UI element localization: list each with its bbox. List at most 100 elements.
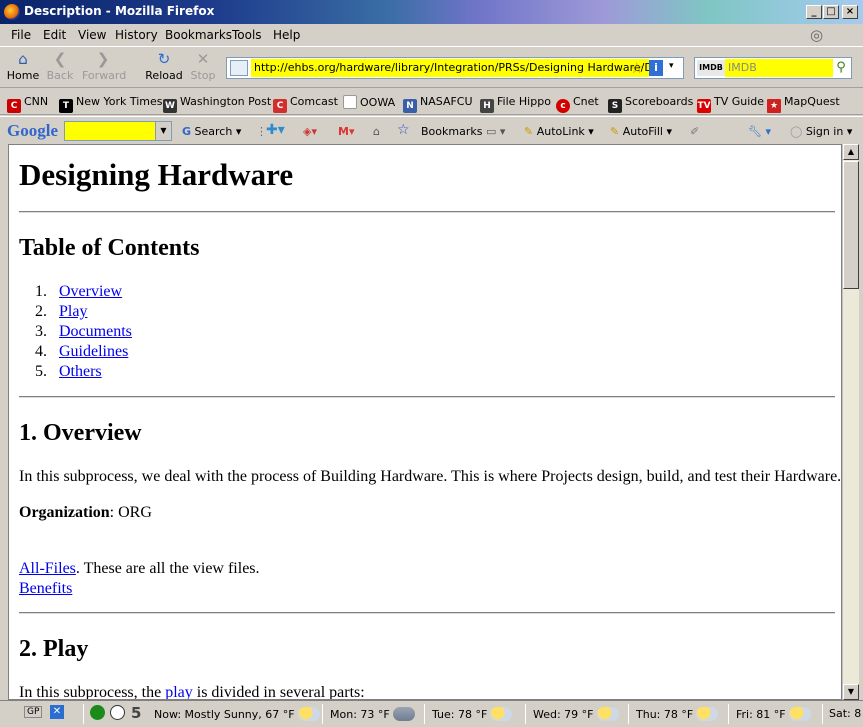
partly-sunny-icon [297, 707, 320, 721]
forward-button[interactable]: ❯ Forward [82, 50, 126, 82]
forward-arrow-icon: ❯ [96, 50, 110, 68]
menu-tools[interactable]: Tools [232, 28, 262, 42]
minimize-button[interactable]: _ [806, 5, 822, 19]
clock-icon[interactable] [110, 705, 125, 720]
bookmark-scoreboards[interactable]: S Scoreboards [608, 95, 693, 113]
bookmark-nytimes[interactable]: T New York Times [59, 95, 163, 113]
menu-edit[interactable]: Edit [43, 28, 66, 42]
window-title: Description - Mozilla Firefox [24, 4, 215, 18]
gp-icon[interactable]: GP [24, 706, 43, 718]
toc-item: 4. Guidelines [35, 343, 129, 360]
autofill-icon: ✎ [610, 125, 620, 138]
weather-wed[interactable]: Wed: 79 °F [533, 707, 619, 721]
home-button[interactable]: ⌂ Home [2, 51, 44, 82]
toc-link-others[interactable]: Others [59, 363, 102, 380]
partly-sunny-icon [696, 707, 719, 721]
bookmark-star-icon[interactable]: ☆ [630, 59, 643, 77]
eraser-icon[interactable]: ✐ [690, 125, 699, 138]
stop-button[interactable]: ✕ Stop [182, 51, 224, 82]
bookmark-comcast[interactable]: C Comcast [273, 95, 338, 113]
tag-icon[interactable]: ◈▾ [303, 125, 317, 138]
toc-item: 3. Documents [35, 323, 132, 340]
weather-fri[interactable]: Fri: 81 °F [736, 707, 811, 721]
all-files-link[interactable]: All-Files [19, 560, 76, 577]
comcast-icon: C [273, 99, 287, 113]
organization-line: Organization: ORG [19, 503, 152, 523]
bookmark-washington-post[interactable]: W Washington Post [163, 95, 271, 113]
bank-icon[interactable]: ⌂ [373, 125, 380, 138]
autolink-button[interactable]: ✎ AutoLink ▾ [524, 125, 594, 138]
scroll-thumb[interactable] [843, 161, 859, 289]
google-bookmarks-button[interactable]: Bookmarks [421, 125, 482, 138]
toc-link-overview[interactable]: Overview [59, 283, 122, 300]
maximize-button[interactable]: □ [823, 5, 839, 19]
weather-sat[interactable]: Sat: 8 [829, 707, 861, 720]
tv-guide-icon: TV [697, 99, 711, 113]
autofill-button[interactable]: ✎ AutoFill ▾ [610, 125, 672, 138]
scroll-down-button[interactable]: ▼ [843, 684, 859, 700]
toc-link-guidelines[interactable]: Guidelines [59, 343, 128, 360]
menu-history[interactable]: History [115, 28, 158, 42]
url-bar[interactable]: http://ehbs.org/hardware/library/Integra… [226, 57, 684, 79]
search-input[interactable]: IMDB [725, 59, 833, 77]
menu-help[interactable]: Help [273, 28, 300, 42]
partly-sunny-icon [490, 707, 513, 721]
search-go-icon[interactable]: ⚲ [833, 59, 849, 77]
url-input[interactable]: http://ehbs.org/hardware/library/Integra… [251, 59, 649, 77]
play-heading: 2. Play [19, 636, 89, 662]
weather-mon[interactable]: Mon: 73 °F [330, 707, 415, 721]
bookmark-mapquest[interactable]: ★ MapQuest [767, 95, 840, 113]
wand-icon: ✎ [524, 125, 534, 138]
menu-view[interactable]: View [78, 28, 106, 42]
sign-in-button[interactable]: ◯ Sign in ▾ [790, 125, 852, 138]
vertical-scrollbar[interactable]: ▲ ▼ [842, 144, 859, 700]
overview-heading: 1. Overview [19, 420, 142, 446]
stop-icon: ✕ [196, 50, 210, 68]
keyboard-icon[interactable]: ▭ ▾ [486, 125, 505, 138]
navigation-toolbar: ⌂ Home ❮ Back ❯ Forward ↻ Reload ✕ Stop http:… [0, 46, 863, 88]
bookmark-nasafcu[interactable]: N NASAFCU [403, 95, 473, 113]
back-button[interactable]: ❮ Back [39, 51, 81, 82]
file-hippo-icon: H [480, 99, 494, 113]
status-green-icon[interactable] [90, 705, 105, 720]
site-identity-icon[interactable] [230, 60, 248, 76]
google-toolbar: Google ▼ G Search ▾ ⋮ ✚▾ ◈▾ M▾ ⌂ ☆ Bookm… [0, 116, 863, 144]
home-icon: ⌂ [18, 50, 28, 68]
url-dropdown-icon[interactable]: ▾ [669, 61, 674, 71]
toc-list: 1. Overview 2. Play 3. Documents 4. Guidelin… [35, 282, 132, 382]
user-circle-icon: ◯ [790, 125, 803, 138]
weather-thu[interactable]: Thu: 78 °F [636, 707, 719, 721]
scoreboards-icon: S [608, 99, 622, 113]
bookmark-file-hippo[interactable]: H File Hippo [480, 95, 551, 113]
google-search-button[interactable]: G Search ▾ [182, 125, 241, 138]
bookmarks-star-icon[interactable]: ☆ [397, 122, 410, 138]
plus-icon[interactable]: ✚▾ [266, 122, 285, 138]
menu-bookmarks[interactable]: Bookmarks [165, 28, 232, 42]
search-engine-icon[interactable]: IMDB [697, 60, 725, 76]
bookmark-cnn[interactable]: C CNN [7, 95, 48, 113]
bookmark-oowa[interactable]: OOWA [343, 95, 395, 109]
close-button[interactable]: × [842, 5, 858, 19]
count-badge: 5 [131, 704, 142, 722]
scroll-up-button[interactable]: ▲ [843, 144, 859, 160]
weather-tue[interactable]: Tue: 78 °F [432, 707, 513, 721]
toc-link-documents[interactable]: Documents [59, 323, 132, 340]
menu-bar: File Edit View History Bookmarks Tools H… [0, 24, 863, 46]
reload-button[interactable]: ↻ Reload [143, 51, 185, 82]
weather-now[interactable]: Now: Mostly Sunny, 67 °F [154, 707, 320, 721]
wrench-icon[interactable]: 🔧︎ ▾ [748, 125, 771, 138]
search-bar[interactable]: IMDB IMDB ⚲ [694, 57, 852, 79]
bookmark-cnet[interactable]: c Cnet [556, 95, 599, 113]
toc-link-play[interactable]: Play [59, 303, 87, 320]
bookmark-tv-guide[interactable]: TV TV Guide [697, 95, 764, 113]
extension-icon[interactable]: ✕ [50, 705, 64, 719]
benefits-link[interactable]: Benefits [19, 580, 72, 597]
gmail-icon[interactable]: M▾ [338, 125, 354, 138]
google-search-input[interactable]: ▼ [64, 121, 172, 141]
reload-icon: ↻ [157, 50, 171, 68]
play-link[interactable]: play [165, 684, 193, 699]
info-icon[interactable]: i [649, 60, 663, 76]
menu-file[interactable]: File [11, 28, 31, 42]
dropdown-arrow-icon[interactable]: ▼ [155, 122, 171, 140]
bookmarks-toolbar: C CNN T New York Times W Washington Post CC… [0, 89, 863, 115]
